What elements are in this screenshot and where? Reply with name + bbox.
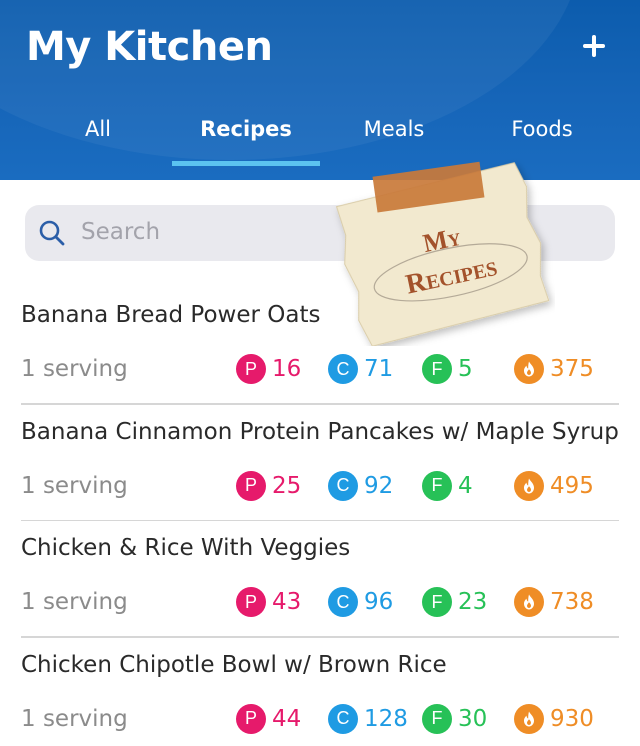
recipe-list: Banana Bread Power Oats 1 serving P 16 C7… bbox=[0, 288, 640, 746]
fat-badge: F bbox=[422, 703, 452, 734]
protein-value: P 44 bbox=[236, 703, 301, 734]
carbs-value: C 96 bbox=[328, 587, 393, 617]
list-item[interactable]: Banana Cinnamon Protein Pancakes w/ Mapl… bbox=[0, 405, 640, 521]
carbs-badge: C bbox=[328, 354, 358, 384]
fat-value: F5 bbox=[422, 354, 473, 384]
carbs-value: C 128 bbox=[328, 703, 408, 734]
list-item[interactable]: Chicken & Rice With Veggies 1 serving P4… bbox=[0, 521, 640, 638]
flame-icon bbox=[514, 354, 544, 384]
recipe-serving: 1 serving bbox=[21, 356, 128, 382]
calories-value: 738 bbox=[514, 587, 594, 617]
active-tab-indicator bbox=[172, 161, 320, 166]
list-item[interactable]: Banana Bread Power Oats 1 serving P 16 C7… bbox=[0, 288, 640, 405]
flame-icon bbox=[514, 703, 544, 734]
tab-all[interactable]: All bbox=[24, 112, 172, 168]
protein-value: P 25 bbox=[236, 470, 301, 501]
flame-icon bbox=[514, 470, 544, 501]
recipe-name: Banana Bread Power Oats bbox=[21, 302, 321, 328]
recipe-serving: 1 serving bbox=[21, 472, 128, 499]
protein-badge: P bbox=[236, 587, 266, 617]
recipe-serving: 1 serving bbox=[21, 589, 128, 615]
calories-value: 375 bbox=[514, 354, 594, 384]
fat-badge: F bbox=[422, 354, 452, 384]
recipe-name: Chicken Chipotle Bowl w/ Brown Rice bbox=[21, 651, 447, 678]
fat-value: F 23 bbox=[422, 587, 487, 617]
app-header: My Kitchen All Recipes Meals Foods bbox=[0, 0, 640, 180]
page-title: My Kitchen bbox=[26, 24, 273, 70]
search-placeholder: Search bbox=[81, 219, 161, 245]
carbs-value: C 92 bbox=[328, 470, 393, 501]
tab-foods[interactable]: Foods bbox=[468, 112, 616, 168]
carbs-badge: C bbox=[328, 470, 358, 501]
search-icon bbox=[39, 220, 65, 246]
fat-badge: F bbox=[422, 587, 452, 617]
protein-badge: P bbox=[236, 354, 266, 384]
protein-value: P 16 bbox=[236, 354, 301, 384]
calories-value: 495 bbox=[514, 470, 594, 501]
search-input[interactable]: Search bbox=[25, 205, 615, 261]
fat-badge: F bbox=[422, 470, 452, 501]
carbs-value: C 71 bbox=[328, 354, 393, 384]
fat-value: F 30 bbox=[422, 703, 487, 734]
tab-bar: All Recipes Meals Foods bbox=[24, 112, 616, 168]
flame-icon bbox=[514, 587, 544, 617]
recipe-name: Chicken & Rice With Veggies bbox=[21, 535, 351, 561]
calories-value: 930 bbox=[514, 703, 594, 734]
tab-recipes[interactable]: Recipes bbox=[172, 112, 320, 168]
recipe-name: Banana Cinnamon Protein Pancakes w/ Mapl… bbox=[21, 418, 619, 445]
fat-value: F4 bbox=[422, 470, 473, 501]
list-item[interactable]: Chicken Chipotle Bowl w/ Brown Rice 1 se… bbox=[0, 638, 640, 746]
protein-value: P 43 bbox=[236, 587, 301, 617]
protein-badge: P bbox=[236, 470, 266, 501]
tab-meals[interactable]: Meals bbox=[320, 112, 468, 168]
protein-badge: P bbox=[236, 703, 266, 734]
add-button[interactable] bbox=[574, 26, 614, 66]
carbs-badge: C bbox=[328, 587, 358, 617]
carbs-badge: C bbox=[328, 703, 358, 734]
recipe-serving: 1 serving bbox=[21, 705, 128, 732]
